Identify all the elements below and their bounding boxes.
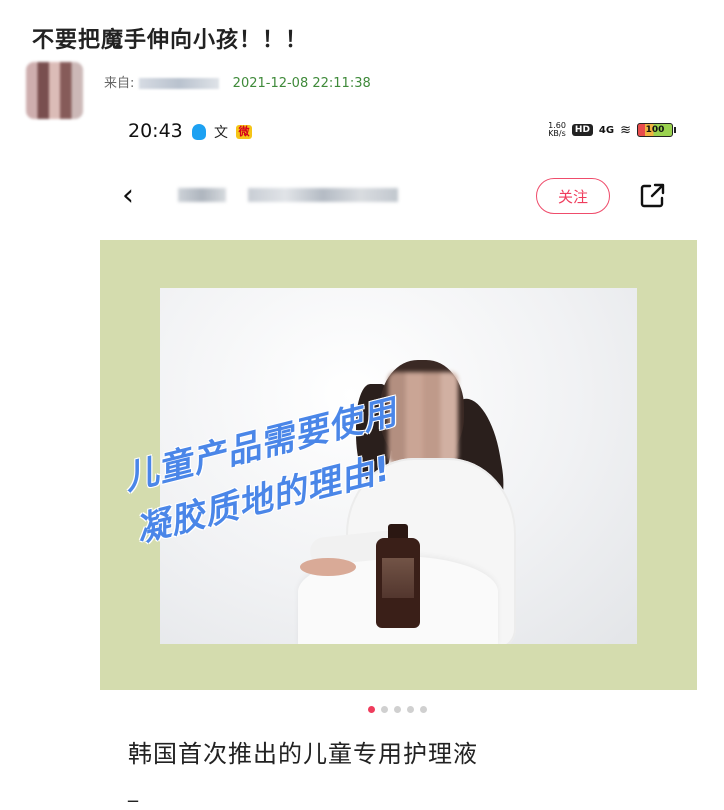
status-clock: 20:43 bbox=[128, 120, 183, 142]
carousel-dot[interactable] bbox=[394, 706, 401, 713]
post-timestamp: 2021-12-08 22:11:38 bbox=[232, 76, 371, 91]
carousel-dot[interactable] bbox=[420, 706, 427, 713]
qq-icon bbox=[192, 124, 206, 140]
phone-screenshot: 20:43 文 微 1.60 KB/s HD 4G ≋ 100 ‹ 关注 儿童产… bbox=[100, 108, 697, 810]
back-icon[interactable]: ‹ bbox=[122, 178, 134, 213]
blurred-source-name bbox=[138, 78, 219, 89]
note-dash: _ bbox=[128, 778, 138, 802]
speed-unit: KB/s bbox=[548, 129, 566, 138]
weibo-icon: 微 bbox=[236, 125, 252, 139]
avatar[interactable] bbox=[26, 62, 83, 119]
status-notification-icons: 文 微 bbox=[192, 122, 252, 142]
note-headline: 韩国首次推出的儿童专用护理液 bbox=[128, 740, 478, 768]
post-meta: 来自: 2021-12-08 22:11:38 bbox=[104, 72, 371, 91]
carousel-dot-active[interactable] bbox=[368, 706, 375, 713]
share-icon[interactable] bbox=[638, 182, 666, 210]
network-speed: 1.60 KB/s bbox=[548, 122, 566, 138]
nav-bar: ‹ 关注 bbox=[100, 168, 697, 224]
status-bar: 20:43 文 微 1.60 KB/s HD 4G ≋ 100 bbox=[100, 116, 697, 146]
from-label: 来自: bbox=[104, 76, 135, 91]
translate-icon: 文 bbox=[214, 125, 228, 141]
photo-hand bbox=[300, 558, 356, 576]
bottle-label bbox=[382, 558, 414, 598]
follow-button[interactable]: 关注 bbox=[536, 178, 610, 214]
blurred-username[interactable] bbox=[248, 188, 398, 202]
battery-icon: 100 bbox=[637, 123, 676, 137]
status-system-icons: 1.60 KB/s HD 4G ≋ 100 bbox=[548, 122, 676, 138]
post-image[interactable]: 儿童产品需要使用 凝胶质地的理由! bbox=[100, 240, 697, 690]
carousel-dot[interactable] bbox=[407, 706, 414, 713]
signal-icon: 4G bbox=[598, 124, 615, 136]
wifi-icon: ≋ bbox=[620, 122, 631, 138]
carousel-dots bbox=[368, 706, 427, 713]
hd-icon: HD bbox=[571, 124, 593, 136]
blurred-face bbox=[388, 372, 458, 464]
carousel-dot[interactable] bbox=[381, 706, 388, 713]
post-title: 不要把魔手伸向小孩！！！ bbox=[32, 28, 309, 53]
blurred-avatar[interactable] bbox=[178, 188, 226, 202]
